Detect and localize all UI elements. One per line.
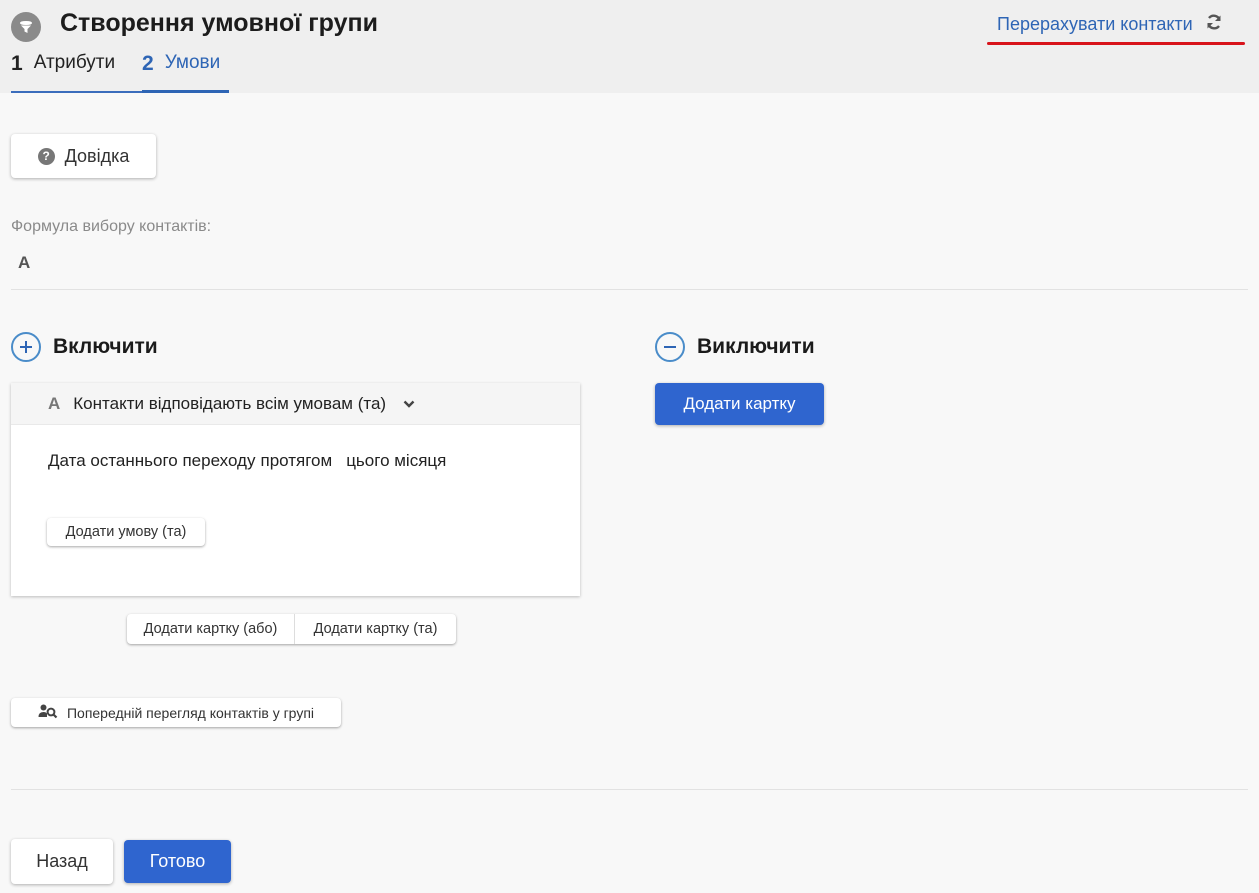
exclude-section-header: Виключити [655, 332, 815, 362]
user-search-icon [38, 703, 58, 722]
question-icon: ? [37, 147, 55, 165]
add-card-button-group: Додати картку (або) Додати картку (та) [127, 614, 456, 644]
card-title: Контакти відповідають всім умовам (та) [73, 393, 387, 413]
formula-value: A [18, 253, 31, 272]
exclude-title: Виключити [697, 335, 815, 358]
help-label: Довідка [64, 145, 130, 166]
done-button[interactable]: Готово [124, 840, 231, 883]
add-condition-button[interactable]: Додати умову (та) [47, 518, 205, 546]
back-button[interactable]: Назад [11, 839, 113, 884]
plus-circle-icon [11, 332, 41, 362]
step-conditions-tab[interactable]: 2 Умови [142, 50, 229, 93]
step-label: Умови [164, 52, 221, 73]
card-letter: A [48, 393, 61, 413]
refresh-icon[interactable] [1205, 13, 1223, 36]
preview-contacts-button[interactable]: Попередній перегляд контактів у групі [11, 698, 341, 727]
highlight-underline [987, 42, 1245, 45]
condition-operator[interactable]: протягом [260, 451, 332, 471]
card-header[interactable]: A Контакти відповідають всім умовам (та) [11, 383, 580, 425]
minus-circle-icon [655, 332, 685, 362]
include-title: Включити [53, 335, 158, 358]
filter-icon [11, 12, 41, 42]
condition-field[interactable]: Дата останнього переходу [48, 451, 255, 471]
step-label: Атрибути [33, 52, 116, 73]
chevron-down-icon[interactable] [403, 400, 415, 408]
step-attributes-tab[interactable]: 1 Атрибути [11, 50, 142, 93]
include-section-header: Включити [11, 332, 158, 362]
divider [11, 289, 1248, 290]
step-number: 1 [11, 52, 23, 75]
step-number: 2 [142, 52, 154, 75]
recalculate-contacts-link[interactable]: Перерахувати контакти [997, 13, 1223, 36]
wizard-steps: 1 Атрибути 2 Умови [11, 50, 229, 93]
condition-row[interactable]: Дата останнього переходу протягом цього … [48, 451, 446, 471]
condition-value[interactable]: цього місяця [346, 451, 446, 471]
recalculate-contacts-label[interactable]: Перерахувати контакти [997, 14, 1193, 35]
page-header: Створення умовної групи Перерахувати кон… [0, 0, 1259, 93]
page-title: Створення умовної групи [60, 9, 378, 37]
formula-label: Формула вибору контактів: [11, 218, 212, 235]
help-button[interactable]: ? Довідка [11, 134, 156, 178]
preview-label: Попередній перегляд контактів у групі [66, 704, 315, 721]
divider [11, 789, 1248, 790]
add-card-or-button[interactable]: Додати картку (або) [127, 614, 295, 644]
exclude-add-card-button[interactable]: Додати картку [655, 383, 824, 425]
condition-card-a: A Контакти відповідають всім умовам (та)… [11, 383, 580, 596]
add-card-and-button[interactable]: Додати картку (та) [295, 614, 456, 644]
